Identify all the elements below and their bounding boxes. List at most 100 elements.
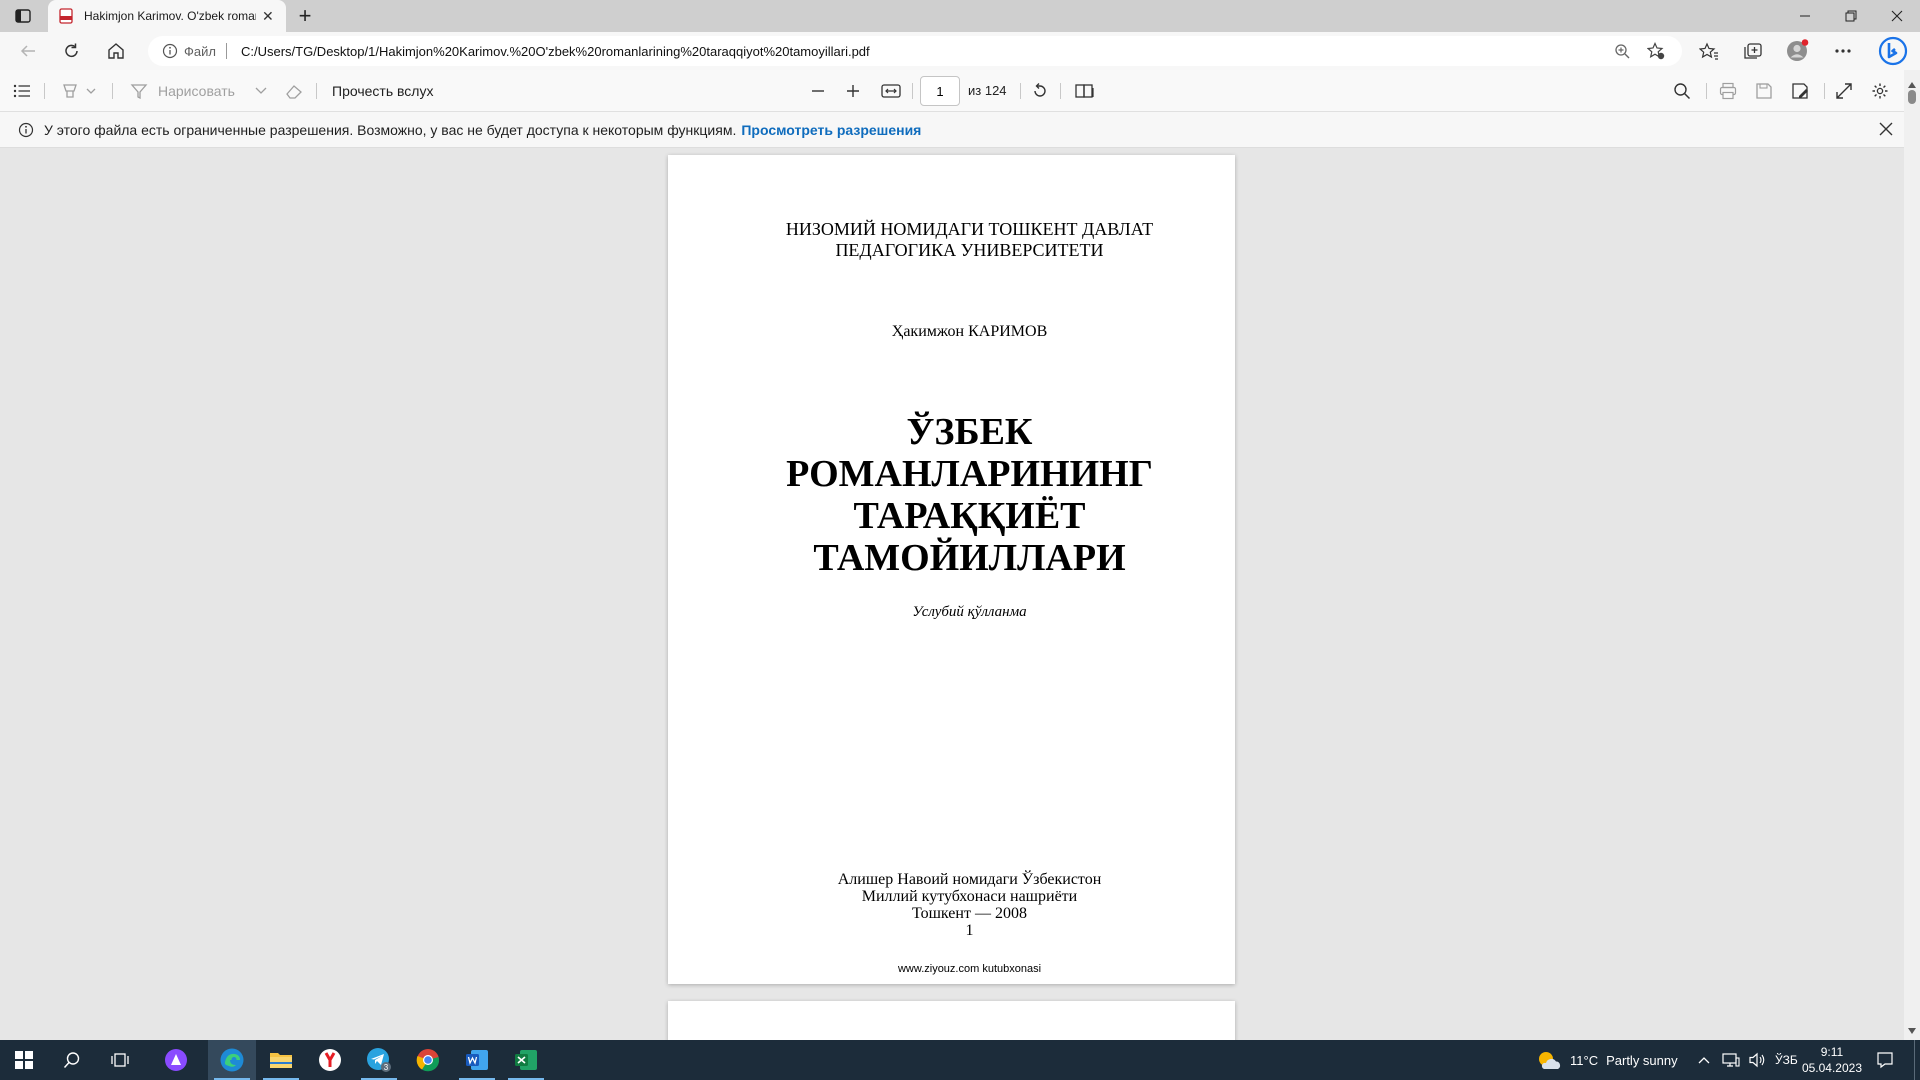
search-button[interactable] [1670,79,1694,103]
print-icon [1719,82,1737,100]
yandex-browser-icon [319,1049,341,1071]
show-desktop-button[interactable] [1914,1040,1920,1080]
fullscreen-button[interactable] [1832,79,1856,103]
partly-sunny-icon [1539,1052,1561,1069]
permissions-banner: У этого файла есть ограниченные разрешен… [0,112,1920,148]
taskbar-edge[interactable] [208,1040,256,1080]
address-input[interactable]: Файл C:/Users/TG/Desktop/1/Hakimjon%20Ka… [148,36,1682,66]
taskbar-word[interactable] [453,1040,501,1080]
scroll-thumb[interactable] [1908,90,1916,104]
view-permissions-link[interactable]: Просмотреть разрешения [741,122,921,138]
info-icon [18,122,34,137]
title-line-2: РОМАНЛАРИНИНГ [786,453,1153,495]
university-line-2: ПЕДАГОГИКА УНИВЕРСИТЕТИ [835,240,1104,260]
network-button[interactable] [1722,1040,1740,1080]
start-button[interactable] [0,1040,48,1080]
pdf-settings-button[interactable] [1868,79,1892,103]
profile-button[interactable] [1782,39,1812,63]
toolbar-divider [316,83,317,99]
zoom-in-button[interactable] [843,79,863,103]
search-icon [1674,83,1691,100]
erase-button[interactable] [282,79,306,103]
tab-actions-button[interactable] [10,4,36,28]
print-button[interactable] [1716,79,1740,103]
taskbar-search-button[interactable] [48,1040,96,1080]
page-number-input[interactable] [920,76,960,106]
book-subtitle: Услубий қўлланма [912,604,1027,620]
close-icon[interactable] [1878,121,1894,137]
taskbar-file-explorer[interactable] [257,1040,305,1080]
tab-actions-icon [15,9,31,23]
restore-button[interactable] [1828,0,1874,32]
eraser-icon [286,85,302,99]
add-favorite-button[interactable] [1642,36,1670,66]
rotate-button[interactable] [1028,79,1052,103]
taskbar-chrome[interactable] [404,1040,452,1080]
refresh-button[interactable] [58,39,86,63]
info-icon[interactable] [162,43,178,59]
browser-tab[interactable]: Hakimjon Karimov. O'zbek romanlarining t… [48,0,286,32]
pdf-page-next [668,1001,1235,1040]
volume-button[interactable] [1748,1040,1766,1080]
tab-strip: Hakimjon Karimov. O'zbek romanlarining t… [0,0,1920,32]
save-button[interactable] [1752,79,1776,103]
settings-more-button[interactable] [1828,39,1858,63]
input-language-button[interactable]: ЎЗБ [1775,1040,1798,1080]
zoom-button[interactable] [1608,36,1636,66]
speaker-icon [1749,1052,1765,1068]
arrow-left-icon [20,45,35,57]
fit-page-button[interactable] [878,79,904,103]
title-line-4: ТАМОЙИЛЛАРИ [813,537,1126,579]
taskbar-clock[interactable]: 9:11 05.04.2023 [1802,1044,1862,1076]
gear-icon [1872,83,1888,99]
bing-chat-button[interactable] [1876,35,1910,67]
close-window-button[interactable] [1874,0,1920,32]
save-as-button[interactable] [1788,79,1812,103]
taskbar-excel[interactable] [502,1040,550,1080]
folder-icon [270,1053,292,1068]
weather-widget[interactable]: 11°C Partly sunny [1536,1040,1678,1080]
clock-date: 05.04.2023 [1801,1061,1862,1075]
telegram-icon: 3 [367,1048,391,1072]
new-tab-button[interactable]: + [294,3,316,28]
favorites-button[interactable] [1694,39,1724,63]
task-view-button[interactable] [96,1040,144,1080]
file-scheme-label: Файл [184,43,216,59]
draw-button[interactable]: Нарисовать [130,79,270,103]
scroll-up-arrow[interactable] [1908,82,1916,88]
show-hidden-icons-button[interactable] [1698,1040,1710,1080]
highlight-button[interactable] [56,79,102,103]
toolbar-divider [1706,83,1707,99]
pdf-file-icon [59,8,73,24]
contents-button[interactable] [10,79,34,103]
taskbar-alice[interactable] [152,1040,200,1080]
star-add-icon [1647,42,1665,60]
home-button[interactable] [102,39,130,63]
zoom-out-button[interactable] [808,79,828,103]
publisher-block: Алишер Навоий номидаги Ўзбекистон Миллий… [668,871,1235,939]
chevron-up-icon [1698,1057,1710,1064]
scroll-down-arrow[interactable] [1908,1028,1916,1034]
vertical-scrollbar[interactable] [1904,70,1920,1040]
minimize-button[interactable] [1782,0,1828,32]
author-name: Ҳакимжон КАРИМОВ [891,323,1048,340]
chrome-icon [416,1049,440,1072]
taskbar-yandex[interactable] [306,1040,354,1080]
collections-icon [1744,43,1762,59]
toolbar-divider [1020,83,1021,99]
minus-icon [812,90,824,92]
notifications-button[interactable] [1876,1040,1894,1080]
pdf-page: НИЗОМИЙ НОМИДАГИ ТОШКЕНТ ДАВЛАТ ПЕДАГОГИ… [668,155,1235,984]
address-separator [225,43,227,59]
taskbar-telegram[interactable]: 3 [355,1040,403,1080]
collections-button[interactable] [1738,39,1768,63]
page-view-button[interactable] [1072,79,1098,103]
bing-icon [1878,36,1908,66]
tab-close-icon[interactable]: ✕ [262,8,274,25]
back-button[interactable] [14,39,42,63]
draw-icon [130,84,148,99]
pdf-viewport[interactable]: НИЗОМИЙ НОМИДАГИ ТОШКЕНТ ДАВЛАТ ПЕДАГОГИ… [0,148,1920,1040]
save-icon [1756,83,1772,99]
read-aloud-button[interactable]: Прочесть вслух [332,79,452,103]
expand-icon [1836,83,1852,99]
